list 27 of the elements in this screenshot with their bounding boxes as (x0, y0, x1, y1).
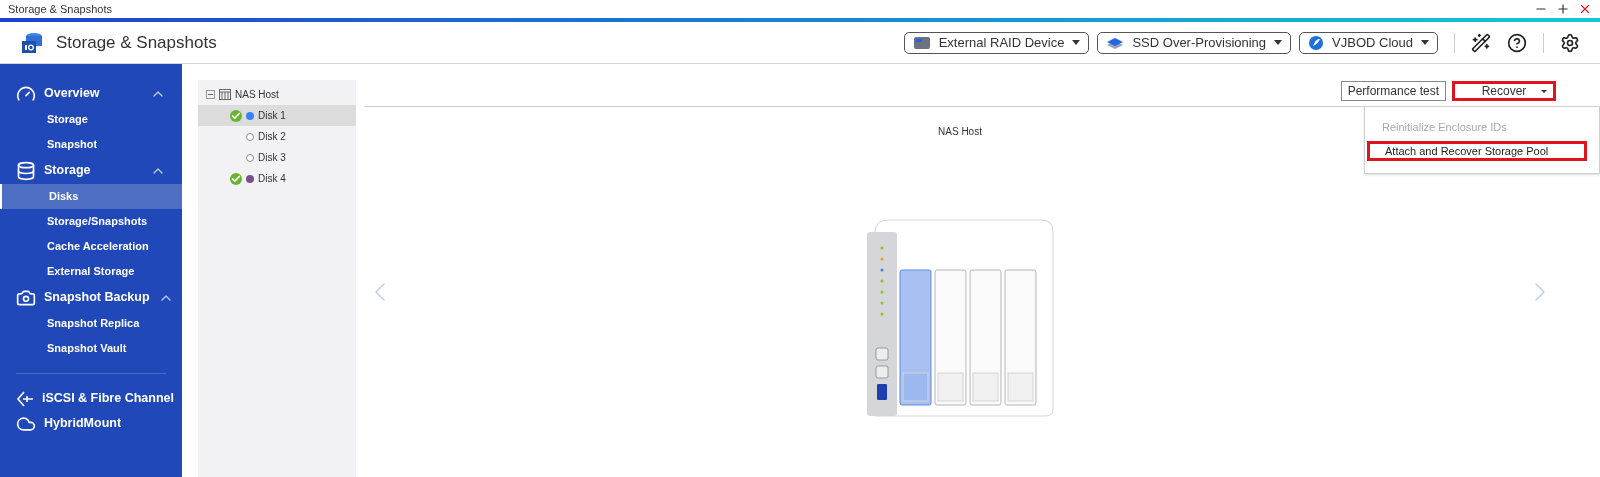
recover-dropdown[interactable]: Recover (1452, 81, 1556, 101)
sidebar-item[interactable]: Disks (0, 184, 182, 209)
menu-item[interactable]: Attach and Recover Storage Pool (1367, 141, 1587, 161)
sidebar-group[interactable]: Storage (44, 161, 91, 180)
sidebar-group[interactable]: Overview (44, 84, 100, 103)
device-title: NAS Host (938, 125, 982, 139)
sidebar-item[interactable]: Cache Acceleration (0, 234, 182, 259)
app-title: Storage & Snapshots (56, 31, 217, 54)
sidebar-item[interactable]: Storage (0, 107, 182, 132)
tree-item[interactable]: Disk 3 (198, 147, 356, 168)
sidebar-link[interactable]: HybridMount (44, 414, 122, 433)
tool-dropdown[interactable]: External RAID Device (903, 31, 1090, 54)
tree-item[interactable]: Disk 2 (198, 126, 356, 147)
sidebar-group[interactable]: Snapshot Backup (44, 288, 150, 307)
tree-item[interactable]: Disk 1 (198, 105, 356, 126)
tool-dropdown[interactable]: SSD Over-Provisioning (1097, 31, 1292, 54)
tree-item[interactable]: Disk 4 (198, 168, 356, 189)
tool-dropdown[interactable]: VJBOD Cloud (1299, 31, 1438, 54)
sidebar-item[interactable]: Storage/Snapshots (0, 209, 182, 234)
tree-root[interactable]: NAS Host (235, 87, 279, 102)
window-title: Storage & Snapshots (8, 1, 112, 17)
sidebar-item[interactable]: External Storage (0, 259, 182, 284)
sidebar-link[interactable]: iSCSI & Fibre Channel (42, 389, 174, 408)
sidebar-item[interactable]: Snapshot Vault (0, 336, 182, 361)
toolbar-button[interactable]: Performance test (1340, 81, 1446, 101)
sidebar-item[interactable]: Snapshot Replica (0, 311, 182, 336)
sidebar-item[interactable]: Snapshot (0, 132, 182, 157)
